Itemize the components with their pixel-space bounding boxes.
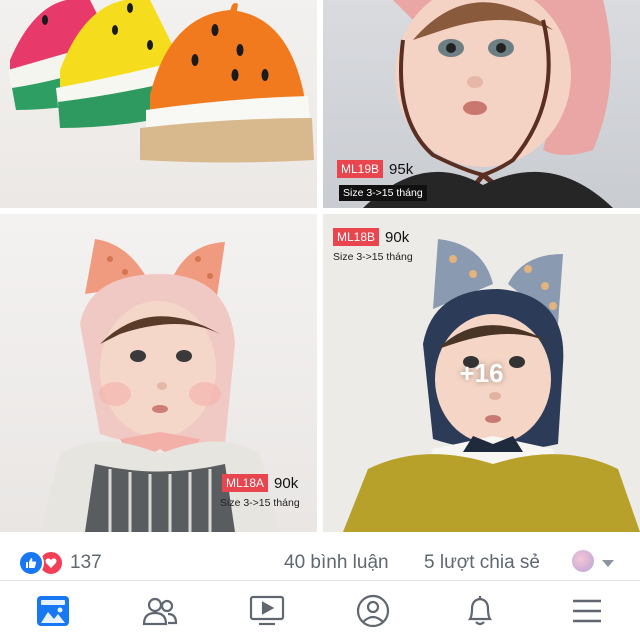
product-price: 95k [389,160,414,178]
comments-count-link[interactable]: 40 bình luận [284,552,389,574]
photo-grid: ML19B 95k Size 3->15 tháng ML18A 90k Siz… [0,0,640,532]
product-code: ML18B [333,228,380,246]
size-label: Size 3->15 tháng [220,497,300,509]
shares-count-link[interactable]: 5 lượt chia sẻ [424,552,540,574]
nav-menu[interactable] [557,586,617,636]
product-code: ML19B [337,160,384,178]
photo-pink-bonnet-baby[interactable]: ML19B 95k Size 3->15 tháng [323,0,640,208]
price-tag: ML18A 90k [222,474,298,492]
nav-friends[interactable] [130,586,190,636]
product-code: ML18A [222,474,269,492]
nav-watch[interactable] [237,586,297,636]
nav-profile[interactable] [343,586,403,636]
photo-watermelon-hats[interactable] [0,0,317,208]
photo-pink-cat-ear-baby[interactable]: ML18A 90k Size 3->15 tháng [0,214,317,532]
nav-news-feed[interactable] [23,586,83,636]
watch-icon [249,595,284,625]
menu-icon [572,599,601,622]
product-price: 90k [385,228,410,246]
like-reaction-icon [18,550,44,576]
nav-notifications[interactable] [450,586,510,636]
watermelon-hats-illustration [8,0,314,163]
chevron-down-icon[interactable] [602,560,614,567]
price-tag: ML18B 90k [333,228,409,246]
product-price: 90k [274,474,299,492]
size-label: Size 3->15 tháng [333,251,413,263]
post-stats: 137 40 bình luận 5 lượt chia sẻ [0,548,640,578]
profile-icon [357,594,390,627]
friends-icon [142,597,178,625]
size-label: Size 3->15 tháng [339,185,427,201]
reaction-avatar[interactable] [572,550,594,572]
reactions-summary[interactable]: 137 [18,550,102,576]
reaction-count: 137 [70,552,102,573]
bottom-nav [0,581,640,640]
price-tag: ML19B 95k [337,160,413,178]
news-feed-icon [37,595,70,626]
notifications-icon [467,595,493,625]
photo-blue-cat-ear-baby[interactable]: +16 ML18B 90k Size 3->15 tháng [323,214,640,532]
